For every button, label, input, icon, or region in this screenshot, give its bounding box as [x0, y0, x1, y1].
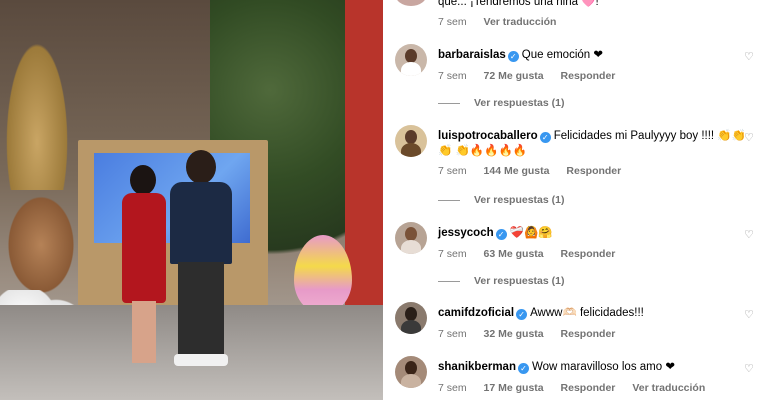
comment-body: Awww🫶🏻 felicidades!!!: [530, 307, 644, 319]
translate-link[interactable]: Ver traducción: [484, 16, 557, 28]
comment-meta: 7 sem 63 Me gusta Responder: [438, 248, 629, 260]
translate-link[interactable]: Ver traducción: [632, 382, 705, 394]
man-figure: [166, 150, 236, 370]
verified-badge-icon: ✓: [517, 363, 529, 374]
likes-count[interactable]: 63 Me gusta: [484, 248, 544, 260]
view-replies-button[interactable]: Ver respuestas (1): [438, 97, 564, 109]
verified-badge-icon: ✓: [516, 309, 528, 320]
reply-button[interactable]: Responder: [561, 382, 616, 394]
likes-count[interactable]: 32 Me gusta: [484, 328, 544, 340]
comment-body: ❤️‍🩹🙆🤗: [509, 227, 553, 239]
comment-text: shanikberman ✓ Wow maravilloso los amo ❤: [438, 360, 748, 375]
comment-text: que... ¡Tendremos una niña 🩷!: [438, 0, 599, 8]
comment-time: 7 sem: [438, 248, 467, 260]
username[interactable]: luispotrocaballero: [438, 130, 538, 142]
reply-button[interactable]: Responder: [561, 328, 616, 340]
view-replies-label: Ver respuestas (1): [474, 97, 565, 109]
username[interactable]: shanikberman: [438, 361, 516, 373]
comment-text: barbaraislas ✓ Que emoción ❤: [438, 48, 748, 63]
comment-body: Wow maravilloso los amo ❤: [531, 361, 675, 373]
comments-panel: que... ¡Tendremos una niña 🩷! 7 sem Ver …: [383, 0, 768, 400]
comment-text: camifdzoficial ✓ Awww🫶🏻 felicidades!!!: [438, 306, 748, 321]
gold-bunny-statue: [2, 30, 72, 190]
view-replies-button[interactable]: Ver respuestas (1): [438, 275, 564, 287]
replies-divider: [438, 199, 460, 201]
comment-text: jessycoch ✓ ❤️‍🩹🙆🤗: [438, 226, 748, 241]
verified-badge-icon: ✓: [507, 51, 519, 62]
view-replies-label: Ver respuestas (1): [474, 194, 565, 206]
comment-text: luispotrocaballero ✓ Felicidades mi Paulyy…: [438, 129, 748, 159]
verified-badge-icon: ✓: [495, 229, 507, 240]
view-replies-button[interactable]: Ver respuestas (1): [438, 194, 564, 206]
heart-outline-icon[interactable]: ♡: [744, 308, 756, 321]
username[interactable]: jessycoch: [438, 227, 494, 239]
replies-divider: [438, 280, 460, 282]
view-replies-label: Ver respuestas (1): [474, 275, 565, 287]
username[interactable]: barbaraislas: [438, 49, 506, 61]
replies-divider: [438, 102, 460, 104]
likes-count[interactable]: 72 Me gusta: [484, 70, 544, 82]
username[interactable]: camifdzoficial: [438, 307, 514, 319]
heart-outline-icon[interactable]: ♡: [744, 228, 756, 241]
comment-meta: 7 sem 72 Me gusta Responder: [438, 70, 629, 82]
avatar[interactable]: [395, 356, 427, 388]
heart-outline-icon[interactable]: ♡: [744, 50, 756, 63]
heart-outline-icon[interactable]: ♡: [744, 131, 756, 144]
likes-count[interactable]: 17 Me gusta: [484, 382, 544, 394]
comment-time: 7 sem: [438, 165, 467, 177]
verified-badge-icon: ✓: [539, 132, 551, 143]
comment-meta: 7 sem 17 Me gusta Responder Ver traducci…: [438, 382, 719, 394]
avatar[interactable]: [395, 222, 427, 254]
likes-count[interactable]: 144 Me gusta: [484, 165, 550, 177]
reply-button[interactable]: Responder: [561, 70, 616, 82]
comment-body: Que emoción ❤: [521, 49, 603, 61]
comment-time: 7 sem: [438, 328, 467, 340]
reply-button[interactable]: Responder: [561, 248, 616, 260]
heart-outline-icon[interactable]: ♡: [744, 362, 756, 375]
comment-time: 7 sem: [438, 382, 467, 394]
woman-figure: [118, 165, 170, 365]
comment-time: 7 sem: [438, 70, 467, 82]
red-wall: [345, 0, 383, 310]
avatar[interactable]: [395, 44, 427, 76]
comment-meta: 7 sem 144 Me gusta Responder: [438, 165, 635, 177]
comment-meta: 7 sem Ver traducción: [438, 16, 570, 28]
teddy-bear-balloon: [0, 185, 82, 305]
comment-meta: 7 sem 32 Me gusta Responder: [438, 328, 629, 340]
post-photo[interactable]: [0, 0, 383, 400]
avatar[interactable]: [395, 0, 427, 6]
reply-button[interactable]: Responder: [566, 165, 621, 177]
avatar[interactable]: [395, 302, 427, 334]
avatar[interactable]: [395, 125, 427, 157]
comment-time: 7 sem: [438, 16, 467, 28]
